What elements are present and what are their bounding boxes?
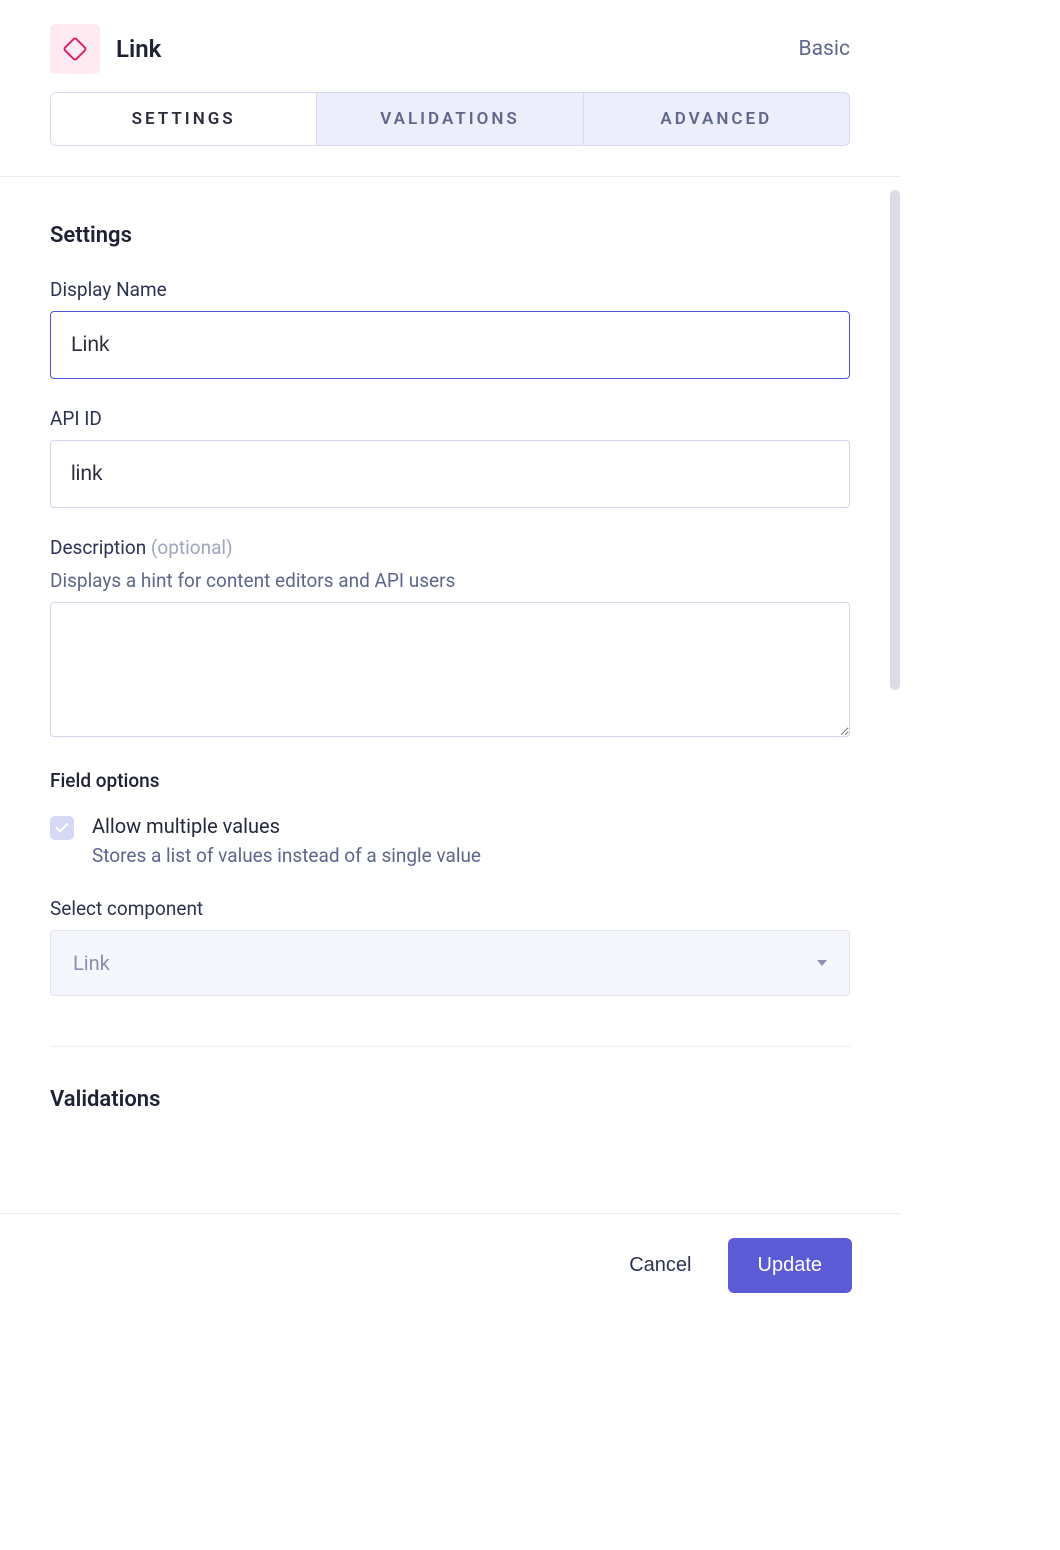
select-component-value: Link <box>73 951 110 975</box>
allow-multiple-sublabel: Stores a list of values instead of a sin… <box>92 844 481 867</box>
display-name-input[interactable] <box>50 311 850 379</box>
api-id-label: API ID <box>50 407 850 430</box>
description-hint: Displays a hint for content editors and … <box>50 569 850 592</box>
settings-heading: Settings <box>50 223 850 248</box>
field-options-heading: Field options <box>50 769 850 792</box>
tab-validations[interactable]: Validations <box>317 93 583 145</box>
description-label: Description (optional) <box>50 536 850 559</box>
footer: Cancel Update <box>0 1213 900 1317</box>
cancel-button[interactable]: Cancel <box>623 1244 697 1287</box>
api-id-input[interactable] <box>50 440 850 508</box>
scrollbar-thumb[interactable] <box>890 190 900 690</box>
description-textarea[interactable] <box>50 602 850 737</box>
tabs: Settings Validations Advanced <box>50 92 850 146</box>
diamond-icon <box>62 36 87 61</box>
allow-multiple-checkbox[interactable] <box>50 816 74 840</box>
select-component-label: Select component <box>50 897 850 920</box>
display-name-label: Display Name <box>50 278 850 301</box>
page-title: Link <box>116 35 161 63</box>
select-component-dropdown[interactable]: Link <box>50 930 850 996</box>
tab-settings[interactable]: Settings <box>51 93 317 145</box>
check-icon <box>54 820 70 836</box>
allow-multiple-label: Allow multiple values <box>92 814 481 838</box>
tab-advanced[interactable]: Advanced <box>584 93 849 145</box>
basic-badge: Basic <box>799 37 850 61</box>
chevron-down-icon <box>817 960 827 966</box>
validations-heading: Validations <box>50 1087 850 1112</box>
section-divider <box>50 1046 850 1047</box>
update-button[interactable]: Update <box>728 1238 853 1293</box>
field-type-icon-tile <box>50 24 100 74</box>
